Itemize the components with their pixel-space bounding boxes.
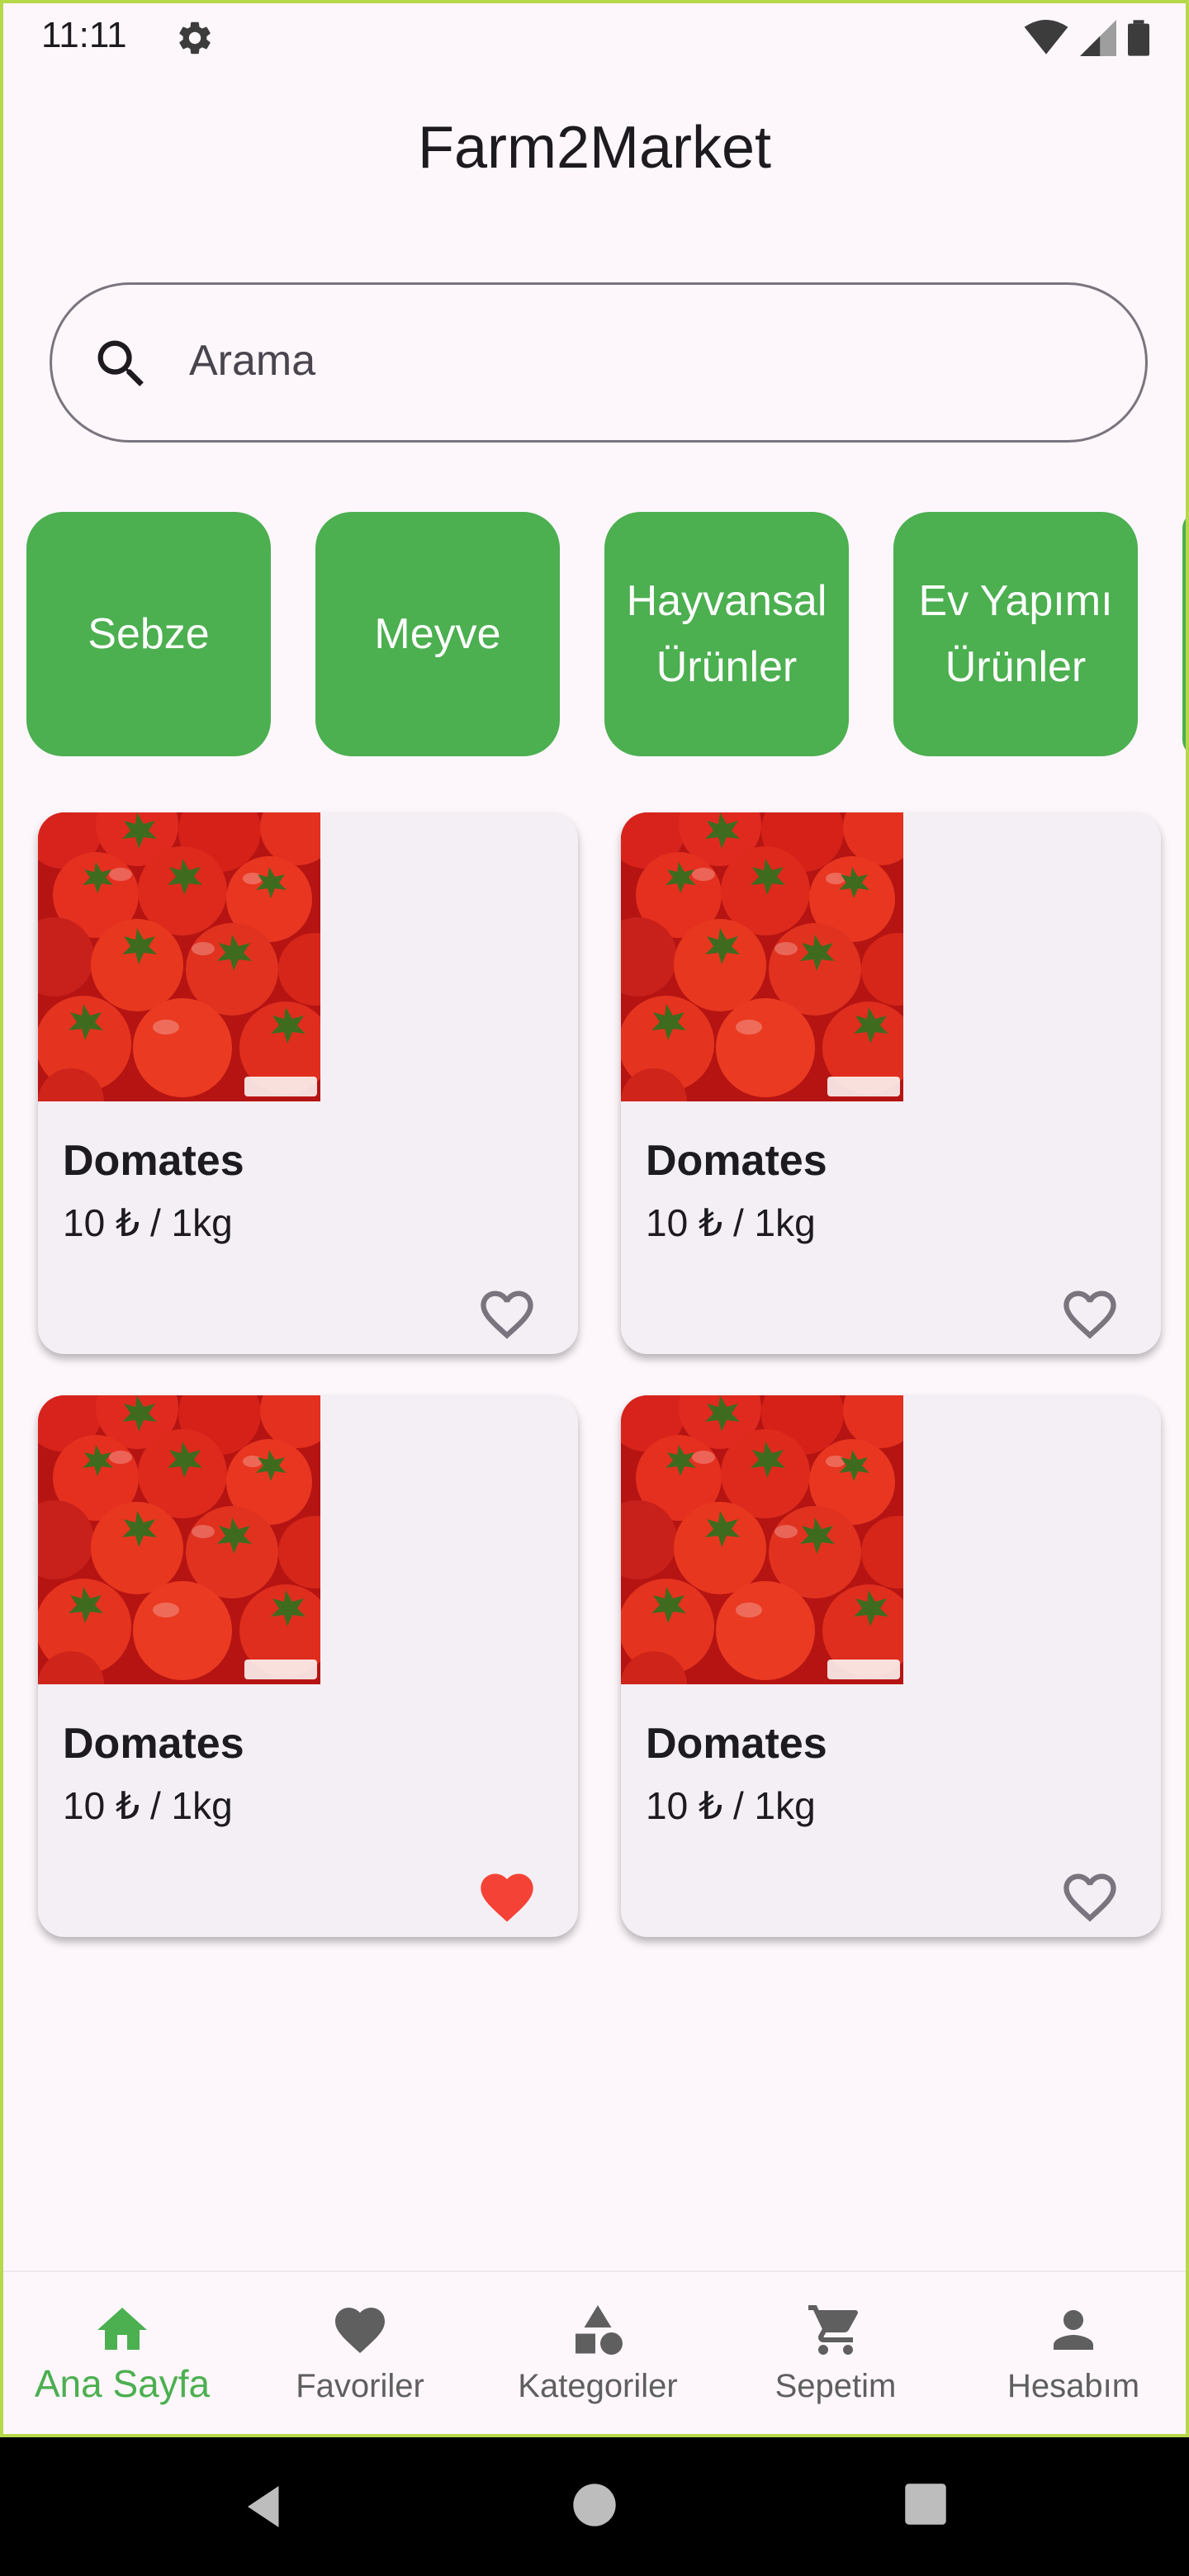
category-chip-hayvansal[interactable]: Hayvansal Ürünler: [604, 512, 849, 756]
product-card[interactable]: Domates 10 ₺ / 1kg: [38, 1395, 578, 1937]
product-image: [621, 812, 903, 1101]
person-icon: [1054, 2310, 1093, 2350]
product-image: [38, 812, 320, 1101]
signal-icon: [1080, 20, 1116, 56]
status-bar: 11:11: [3, 3, 1186, 73]
nav-item-ana-sayfa[interactable]: Ana Sayfa: [3, 2272, 241, 2434]
recents-icon[interactable]: [903, 2482, 948, 2526]
category-chip-next[interactable]: [1182, 512, 1186, 756]
nav-item-kategoriler[interactable]: Kategoriler: [479, 2272, 717, 2434]
home-button-icon[interactable]: [571, 2482, 618, 2528]
category-icon: [576, 2305, 623, 2355]
nav-item-favoriler[interactable]: Favoriler: [241, 2272, 479, 2434]
category-label: Hayvansal Ürünler: [626, 577, 827, 691]
nav-label: Favoriler: [296, 2368, 424, 2404]
nav-label: Hesabım: [1007, 2368, 1140, 2404]
product-price: 10 ₺ / 1kg: [646, 1201, 816, 1244]
battery-icon: [1128, 20, 1149, 56]
category-label: Ev Yapımı Ürünler: [918, 577, 1113, 691]
search-icon: [97, 340, 144, 386]
favorite-outline-icon[interactable]: [1059, 1866, 1121, 1929]
product-card[interactable]: Domates 10 ₺ / 1kg: [38, 812, 578, 1354]
nav-item-sepetim[interactable]: Sepetim: [717, 2272, 955, 2434]
home-icon: [97, 2308, 147, 2350]
nav-item-hesabim[interactable]: Hesabım: [955, 2272, 1186, 2434]
product-price: 10 ₺ / 1kg: [63, 1201, 233, 1244]
bottom-nav: Ana Sayfa Favoriler Kategoriler Sepetim …: [3, 2271, 1186, 2434]
category-row: Sebze Meyve Hayvansal Ürünler Ev Yapımı …: [3, 512, 1186, 756]
category-chip-ev-yapimi[interactable]: Ev Yapımı Ürünler: [893, 512, 1138, 756]
system-nav-bar: [0, 2437, 1189, 2576]
app-screen: 11:11 Farm2Market Arama Sebze Meyve Hayv…: [0, 0, 1189, 2437]
heart-icon: [330, 2300, 390, 2360]
nav-label: Sepetim: [775, 2368, 897, 2404]
nav-label: Kategoriler: [518, 2368, 678, 2404]
favorite-filled-icon[interactable]: [476, 1866, 538, 1929]
nav-label: Ana Sayfa: [34, 2362, 211, 2405]
favorite-outline-icon[interactable]: [1059, 1283, 1121, 1346]
product-price: 10 ₺ / 1kg: [63, 1784, 233, 1827]
status-icons: [1024, 18, 1149, 58]
category-label: Sebze: [88, 610, 210, 658]
product-price: 10 ₺ / 1kg: [646, 1784, 816, 1827]
product-card[interactable]: Domates 10 ₺ / 1kg: [621, 1395, 1161, 1937]
search-input[interactable]: Arama: [189, 336, 315, 386]
favorite-outline-icon[interactable]: [476, 1283, 538, 1346]
category-chip-sebze[interactable]: Sebze: [26, 512, 271, 756]
category-chip-meyve[interactable]: Meyve: [315, 512, 560, 756]
product-name: Domates: [63, 1720, 244, 1768]
search-bar[interactable]: Arama: [50, 282, 1148, 443]
product-name: Domates: [646, 1137, 827, 1185]
product-image: [38, 1395, 320, 1684]
product-image: [621, 1395, 903, 1684]
settings-gear-icon: [179, 21, 211, 54]
back-icon[interactable]: [239, 2482, 289, 2531]
category-label: Meyve: [374, 610, 501, 658]
cart-icon: [808, 2305, 859, 2355]
product-card[interactable]: Domates 10 ₺ / 1kg: [621, 812, 1161, 1354]
app-title: Farm2Market: [417, 115, 772, 181]
status-time: 11:11: [41, 15, 127, 55]
wifi-icon: [1024, 20, 1068, 54]
product-name: Domates: [63, 1137, 244, 1185]
product-name: Domates: [646, 1720, 827, 1768]
